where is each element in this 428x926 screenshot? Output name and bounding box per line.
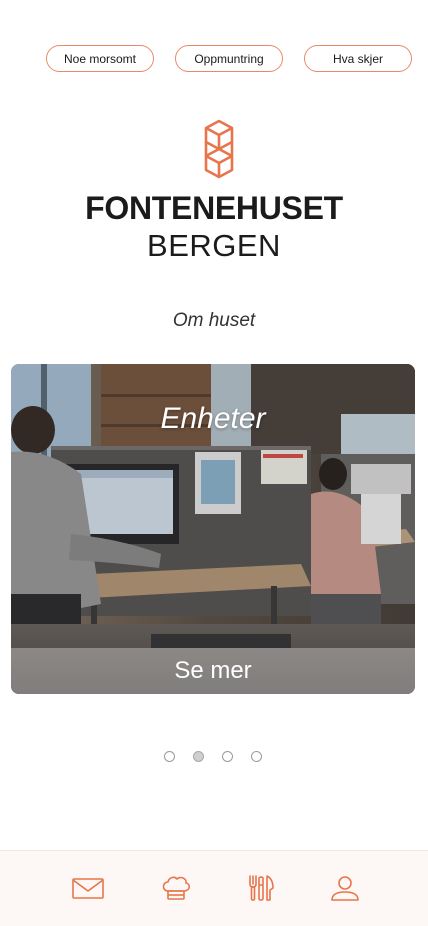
- card-title: Enheter: [160, 402, 266, 435]
- page-dot-active[interactable]: [193, 751, 204, 762]
- tab-menu[interactable]: [245, 873, 279, 903]
- page-dot[interactable]: [164, 751, 175, 762]
- carousel-pagination: [164, 751, 264, 763]
- fork-knife-icon: [245, 875, 279, 907]
- bottom-tab-bar: [0, 850, 428, 926]
- tab-profile[interactable]: [328, 873, 362, 903]
- hexagon-cubes-icon: [194, 118, 244, 180]
- logo-title: FONTENEHUSET: [85, 190, 343, 226]
- envelope-icon: [71, 878, 105, 907]
- chip-hva-skjer[interactable]: Hva skjer: [304, 45, 412, 72]
- chip-noe-morsomt[interactable]: Noe morsomt: [46, 45, 154, 72]
- carousel-card[interactable]: Enheter Se mer: [11, 364, 415, 694]
- chip-row: Noe morsomt Oppmuntring Hva skjer: [46, 45, 412, 72]
- page-dot[interactable]: [222, 751, 233, 762]
- page-dot[interactable]: [251, 751, 262, 762]
- tab-messages[interactable]: [71, 873, 105, 903]
- chip-oppmuntring[interactable]: Oppmuntring: [175, 45, 283, 72]
- tab-kitchen[interactable]: [159, 873, 193, 903]
- see-more-button[interactable]: Se mer: [11, 648, 415, 694]
- logo-subtitle: BERGEN: [147, 228, 281, 263]
- user-icon: [328, 876, 362, 907]
- about-link[interactable]: Om huset: [0, 310, 428, 332]
- chef-hat-icon: [159, 876, 193, 907]
